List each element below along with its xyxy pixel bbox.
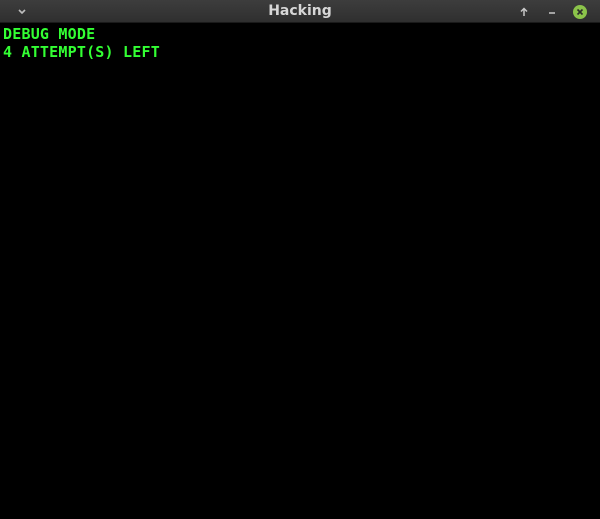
chevron-down-icon	[18, 9, 26, 15]
terminal-output[interactable]: DEBUG MODE 4 ATTEMPT(S) LEFT	[0, 23, 600, 519]
maximize-button[interactable]	[516, 4, 532, 20]
close-button-circle	[573, 5, 587, 19]
window-title: Hacking	[268, 3, 332, 19]
minus-icon	[549, 12, 555, 14]
terminal-line-debug-mode: DEBUG MODE	[3, 25, 96, 43]
close-button[interactable]	[572, 4, 588, 20]
title-bar[interactable]: Hacking	[0, 0, 600, 23]
minimize-button[interactable]	[544, 4, 560, 20]
arrow-up-icon	[520, 7, 528, 16]
terminal-window: Hacking DEBUG MODE 4 ATTEMPT(S) LEFT	[0, 0, 600, 519]
window-menu-button[interactable]	[14, 5, 30, 19]
close-icon	[576, 8, 584, 16]
terminal-line-attempts-left: 4 ATTEMPT(S) LEFT	[3, 43, 160, 61]
